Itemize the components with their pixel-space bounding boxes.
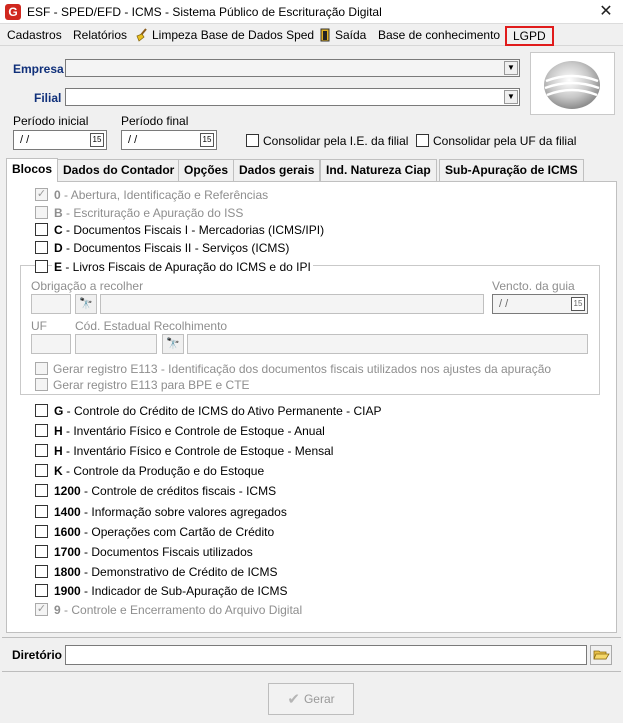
bloco-1600-checkbox[interactable]	[35, 525, 48, 538]
bloco-h-mensal-checkbox[interactable]	[35, 444, 48, 457]
consolidar-ie-label: Consolidar pela I.E. da filial	[263, 134, 409, 148]
gerar-label: Gerar	[303, 692, 335, 706]
cod-estadual-description-input[interactable]	[187, 334, 588, 354]
calendar-icon[interactable]: 15	[90, 133, 104, 147]
menu-limpeza-base[interactable]: Limpeza Base de Dados Sped	[133, 27, 316, 45]
e113-bpe-label: Gerar registro E113 para BPE e CTE	[53, 378, 250, 392]
periodo-final-label: Período final	[121, 114, 189, 128]
bloco-1400-checkbox[interactable]	[35, 505, 48, 518]
empresa-label: Empresa	[13, 62, 64, 76]
e113-bpe-checkbox[interactable]	[35, 378, 48, 391]
divider	[2, 637, 621, 638]
bloco-0-label: 0 - Abertura, Identificação e Referência…	[54, 188, 269, 202]
periodo-inicial-label: Período inicial	[13, 114, 89, 128]
bloco-d-label: D - Documentos Fiscais II - Serviços (IC…	[54, 241, 290, 255]
tab-dados-contador[interactable]: Dados do Contador	[57, 159, 181, 181]
cod-estadual-label: Cód. Estadual Recolhimento	[75, 319, 228, 333]
bloco-1800-label: 1800 - Demonstrativo de Crédito de ICMS	[54, 565, 278, 579]
divider	[2, 671, 621, 672]
bloco-c-label: C - Documentos Fiscais I - Mercadorias (…	[54, 223, 325, 237]
chevron-down-icon[interactable]: ▼	[504, 61, 518, 75]
tab-blocos[interactable]: Blocos	[6, 158, 59, 182]
e113-label: Gerar registro E113 - Identificação dos …	[53, 362, 552, 376]
bloco-1200-checkbox[interactable]	[35, 484, 48, 497]
bloco-1700-label: 1700 - Documentos Fiscais utilizados	[54, 545, 253, 559]
bloco-h-anual-label: H - Inventário Físico e Controle de Esto…	[54, 424, 325, 438]
gerar-button[interactable]: ✔ Gerar	[268, 683, 354, 715]
bloco-g-checkbox[interactable]	[35, 404, 48, 417]
bloco-k-label: K - Controle da Produção e do Estoque	[54, 464, 265, 478]
filial-select[interactable]: ▼	[65, 88, 520, 106]
bloco-h-mensal-label: H - Inventário Físico e Controle de Esto…	[54, 444, 334, 458]
bloco-b-checkbox[interactable]	[35, 206, 48, 219]
bloco-1900-label: 1900 - Indicador de Sub-Apuração de ICMS	[54, 584, 288, 598]
periodo-inicial-value: / /	[20, 134, 30, 146]
e113-checkbox[interactable]	[35, 362, 48, 375]
uf-input[interactable]	[31, 334, 71, 354]
uf-label: UF	[31, 319, 47, 333]
menu-bar: Cadastros Relatórios Limpeza Base de Dad…	[0, 24, 623, 46]
exit-door-icon	[318, 28, 332, 42]
check-icon: ✔	[287, 691, 300, 708]
bloco-g-label: G - Controle do Crédito de ICMS do Ativo…	[54, 404, 382, 418]
periodo-final-value: / /	[128, 134, 138, 146]
vencto-input[interactable]: / / 15	[492, 294, 588, 314]
menu-cadastros[interactable]: Cadastros	[5, 27, 64, 45]
app-logo-icon: G	[5, 4, 21, 20]
binoculars-icon[interactable]: 🔭	[75, 294, 97, 314]
menu-saida-label: Saída	[335, 28, 367, 42]
obrigacao-description-input[interactable]	[100, 294, 484, 314]
consolidar-uf-label: Consolidar pela UF da filial	[433, 134, 577, 148]
bloco-d-checkbox[interactable]	[35, 241, 48, 254]
bloco-c-checkbox[interactable]	[35, 223, 48, 236]
obrigacao-label: Obrigação a recolher	[31, 279, 144, 293]
browse-folder-button[interactable]	[590, 645, 612, 665]
bloco-1400-label: 1400 - Informação sobre valores agregado…	[54, 505, 287, 519]
bloco-1900-checkbox[interactable]	[35, 584, 48, 597]
bloco-9-checkbox[interactable]: ✓	[35, 603, 48, 616]
tab-dados-gerais[interactable]: Dados gerais	[233, 159, 321, 181]
cod-estadual-input[interactable]	[75, 334, 157, 354]
menu-relatorios[interactable]: Relatórios	[71, 27, 129, 45]
bloco-0-checkbox[interactable]: ✓	[35, 188, 48, 201]
diretorio-input[interactable]	[65, 645, 587, 665]
bloco-1200-label: 1200 - Controle de créditos fiscais - IC…	[54, 484, 277, 498]
bloco-e-label: E - Livros Fiscais de Apuração do ICMS e…	[52, 260, 313, 274]
menu-saida[interactable]: Saída	[316, 27, 368, 45]
bloco-b-label: B - Escrituração e Apuração do ISS	[54, 206, 244, 220]
empresa-select[interactable]: ▼	[65, 59, 520, 77]
binoculars-icon[interactable]: 🔭	[162, 334, 184, 354]
menu-limpeza-label: Limpeza Base de Dados Sped	[152, 28, 315, 42]
bloco-h-anual-checkbox[interactable]	[35, 424, 48, 437]
calendar-icon[interactable]: 15	[571, 297, 585, 311]
obrigacao-code-input[interactable]	[31, 294, 71, 314]
consolidar-uf-checkbox[interactable]	[416, 134, 429, 147]
consolidar-ie-checkbox[interactable]	[246, 134, 259, 147]
bloco-e-checkbox[interactable]	[35, 260, 48, 273]
tab-opcoes[interactable]: Opções	[178, 159, 235, 181]
bloco-9-label: 9 - Controle e Encerramento do Arquivo D…	[54, 603, 303, 617]
diretorio-label: Diretório	[12, 648, 63, 662]
tab-sub-apuracao[interactable]: Sub-Apuração de ICMS	[439, 159, 584, 181]
title-bar: G ESF - SPED/EFD - ICMS - Sistema Públic…	[0, 0, 623, 24]
bloco-1800-checkbox[interactable]	[35, 565, 48, 578]
folder-open-icon	[591, 650, 611, 667]
vencto-value: / /	[499, 298, 509, 310]
company-logo	[530, 52, 615, 115]
calendar-icon[interactable]: 15	[200, 133, 214, 147]
bloco-k-checkbox[interactable]	[35, 464, 48, 477]
close-window-button[interactable]: ✕	[589, 0, 623, 24]
menu-lgpd[interactable]: LGPD	[505, 26, 554, 46]
menu-base-conhecimento[interactable]: Base de conhecimento	[376, 27, 502, 45]
chevron-down-icon[interactable]: ▼	[504, 90, 518, 104]
filial-label: Filial	[34, 91, 62, 105]
tab-ind-natureza-ciap[interactable]: Ind. Natureza Ciap	[320, 159, 437, 181]
periodo-inicial-input[interactable]: / / 15	[13, 130, 107, 150]
periodo-final-input[interactable]: / / 15	[121, 130, 217, 150]
broom-icon	[135, 28, 149, 42]
bloco-1700-checkbox[interactable]	[35, 545, 48, 558]
window-title: ESF - SPED/EFD - ICMS - Sistema Público …	[27, 5, 382, 19]
vencto-label: Vencto. da guia	[492, 279, 575, 293]
bloco-1600-label: 1600 - Operações com Cartão de Crédito	[54, 525, 275, 539]
